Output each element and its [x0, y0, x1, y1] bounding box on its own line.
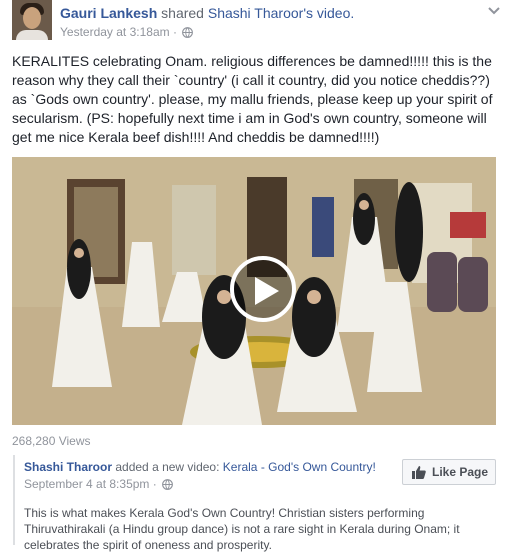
shared-video-link[interactable]: Shashi Tharoor's video. [208, 5, 354, 21]
post-text: KERALITES celebrating Onam. religious di… [12, 53, 493, 145]
like-page-label: Like Page [432, 465, 489, 479]
play-icon [255, 277, 279, 305]
post-header: Gauri Lankesh shared Shashi Tharoor's vi… [60, 5, 354, 21]
original-video-title-link[interactable]: Kerala - God's Own Country! [223, 460, 376, 474]
meta-separator: · [172, 25, 177, 39]
globe-icon [182, 27, 194, 38]
chevron-down-icon[interactable] [486, 4, 502, 18]
original-author-link[interactable]: Shashi Tharoor [24, 460, 112, 474]
like-page-button[interactable]: Like Page [402, 459, 496, 485]
globe-icon [162, 479, 174, 490]
original-post-header: Shashi Tharoor added a new video: Kerala… [24, 460, 376, 474]
thumbs-up-icon [412, 466, 426, 479]
author-avatar[interactable] [12, 0, 52, 40]
author-name-link[interactable]: Gauri Lankesh [60, 5, 157, 21]
post-timestamp[interactable]: Yesterday at 3:18am [60, 25, 170, 39]
original-meta-separator: · [152, 477, 157, 491]
original-post-meta: September 4 at 8:35pm · [24, 477, 174, 491]
view-count: 268,280 Views [12, 434, 91, 448]
original-timestamp[interactable]: September 4 at 8:35pm [24, 477, 149, 491]
original-post-text: This is what makes Kerala God's Own Coun… [24, 506, 460, 552]
play-button[interactable] [230, 256, 296, 322]
video-player[interactable] [12, 157, 496, 425]
original-verb: added a new video: [115, 460, 220, 474]
post-meta: Yesterday at 3:18am · [60, 25, 194, 39]
facebook-post: Gauri Lankesh shared Shashi Tharoor's vi… [0, 0, 512, 552]
shared-verb: shared [161, 5, 204, 21]
shared-content-bar [13, 455, 15, 545]
